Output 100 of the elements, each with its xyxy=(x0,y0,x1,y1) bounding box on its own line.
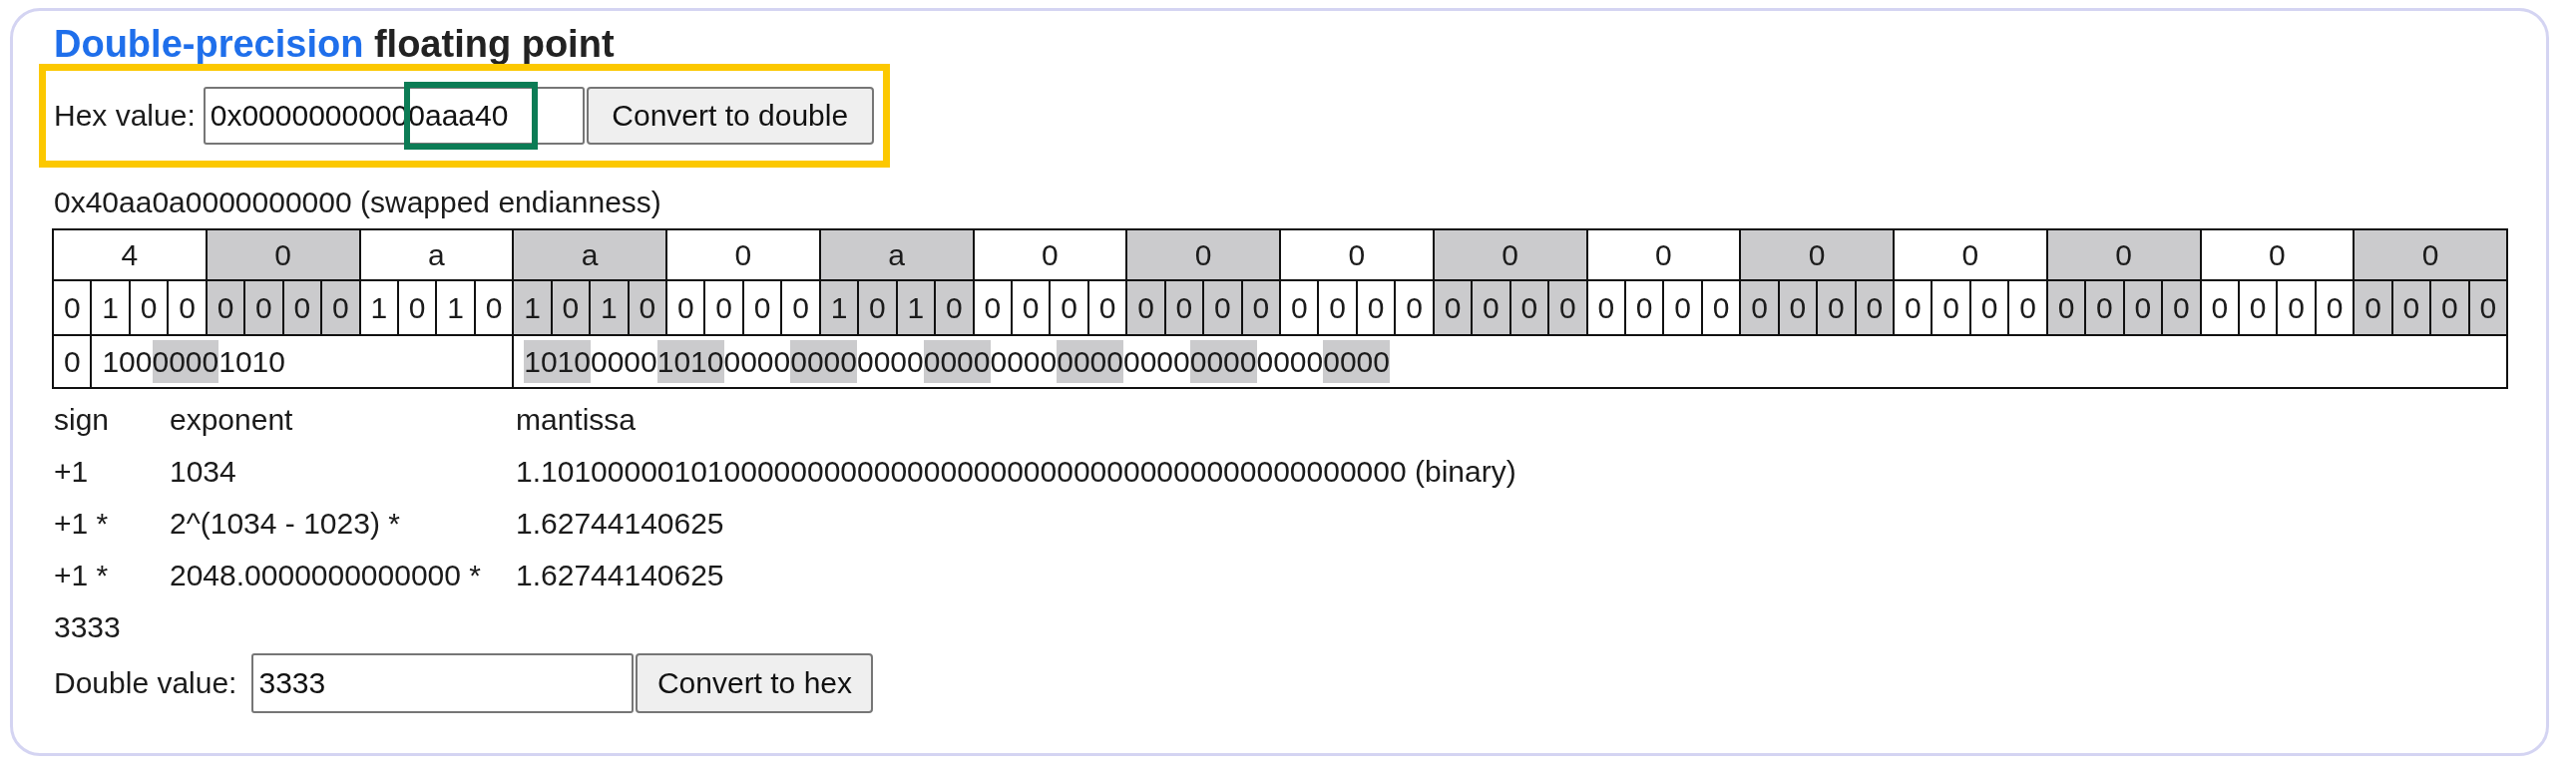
bit-group: 1010 xyxy=(656,340,724,383)
bit-cell: 1 xyxy=(359,280,398,335)
bit-cell: 0 xyxy=(2008,280,2047,335)
nibble-cell: 0 xyxy=(2046,229,2201,280)
nibble-cell: 0 xyxy=(1894,229,2047,280)
nibble-cell: 0 xyxy=(1280,229,1434,280)
bit-cell: 0 xyxy=(1817,280,1856,335)
exponent-value: 1034 xyxy=(170,454,237,490)
bit-cell: 0 xyxy=(129,280,169,335)
bit-cell: 0 xyxy=(1586,280,1625,335)
nibble-cell: 0 xyxy=(1586,229,1741,280)
column-header: exponent xyxy=(170,402,294,438)
bit-cell: 0 xyxy=(628,280,666,335)
bit-cell: 0 xyxy=(206,280,245,335)
column-header: sign xyxy=(54,402,111,438)
nibble-cell: 4 xyxy=(53,229,207,280)
sign-value: +1 xyxy=(54,454,90,490)
swapped-hex-text: 0x40aa0a0000000000 (swapped endianness) xyxy=(54,185,661,220)
bit-cell: 0 xyxy=(2468,280,2507,335)
bit-cell: 0 xyxy=(2123,280,2163,335)
bit-cell: 0 xyxy=(2238,280,2278,335)
page-title: Double-precision floating point xyxy=(54,24,615,64)
bit-cell: 0 xyxy=(282,280,322,335)
bit-cell: 1 xyxy=(436,280,475,335)
bit-cell: 0 xyxy=(1011,280,1051,335)
bit-cell: 0 xyxy=(2162,280,2201,335)
bit-cell: 0 xyxy=(704,280,743,335)
mantissa-value: 1.1010000010100000000000000000000000000000000000000000 (binary) xyxy=(516,454,1516,490)
bit-cell: 0 xyxy=(1395,280,1434,335)
bit-cell: 0 xyxy=(1050,280,1088,335)
bit-cell: 0 xyxy=(1509,280,1549,335)
bit-cell: 0 xyxy=(244,280,283,335)
bit-cell: 0 xyxy=(1356,280,1396,335)
bit-cell: 0 xyxy=(1740,280,1779,335)
convert-button[interactable]: Convert to hex xyxy=(636,653,874,713)
title-link[interactable]: Double-precision xyxy=(54,23,364,65)
bit-cell: 0 xyxy=(1932,280,1970,335)
bit-cell: 0 xyxy=(53,280,92,335)
nibble-cell: 0 xyxy=(666,229,820,280)
nibble-cell: a xyxy=(513,229,666,280)
bit-cell: 0 xyxy=(1624,280,1664,335)
bit-cell: 0 xyxy=(973,280,1012,335)
nibble-cell: 0 xyxy=(973,229,1127,280)
bit-cell: 0 xyxy=(2430,280,2469,335)
bit-cell: 0 xyxy=(781,280,820,335)
convert-button[interactable]: Convert to double xyxy=(586,87,874,145)
field-label: Hex value: xyxy=(54,98,196,134)
bit-group: 0000 xyxy=(790,340,857,383)
bit-cell: 0 xyxy=(2277,280,2316,335)
bit-cell: 0 xyxy=(1701,280,1741,335)
mantissa-value: 1.62744140625 xyxy=(516,506,725,542)
exponent-value: 2^(1034 - 1023) * xyxy=(170,506,401,542)
bit-cell: 1 xyxy=(590,280,629,335)
sign-value: +1 * xyxy=(54,558,110,593)
bit-cell: 0 xyxy=(2200,280,2239,335)
bit-cell: 0 xyxy=(1855,280,1894,335)
bit-cell: 0 xyxy=(1894,280,1932,335)
bit-cell: 1 xyxy=(91,280,130,335)
nibble-cell: a xyxy=(819,229,974,280)
bit-cell: 0 xyxy=(1087,280,1127,335)
bit-cell: 0 xyxy=(2085,280,2124,335)
bit-cell: 1 xyxy=(896,280,936,335)
sign-bit-cell: 0 xyxy=(53,335,92,388)
bit-cell: 0 xyxy=(1280,280,1319,335)
nibble-cell: 0 xyxy=(2200,229,2355,280)
exponent-value: 2048.0000000000000 * xyxy=(170,558,482,593)
bit-cell: 0 xyxy=(551,280,591,335)
mantissa-value: 1.62744140625 xyxy=(516,558,725,593)
bit-cell: 0 xyxy=(1433,280,1473,335)
bit-cell: 0 xyxy=(666,280,705,335)
bit-cell: 0 xyxy=(168,280,207,335)
bit-cell: 0 xyxy=(1778,280,1818,335)
field-label: Double value: xyxy=(54,665,237,701)
bit-cell: 0 xyxy=(858,280,897,335)
bit-group: 0000 xyxy=(152,340,219,383)
nibble-cell: 0 xyxy=(1433,229,1587,280)
nibble-cell: 0 xyxy=(206,229,360,280)
bit-cell: 0 xyxy=(1164,280,1204,335)
bit-cell: 0 xyxy=(935,280,974,335)
bit-cell: 0 xyxy=(1472,280,1510,335)
double-input[interactable]: 3333 xyxy=(251,653,635,713)
column-header: mantissa xyxy=(516,402,638,438)
bit-group: 0000 xyxy=(1323,340,1390,383)
bit-cell: 0 xyxy=(1126,280,1165,335)
bit-cell: 0 xyxy=(1318,280,1357,335)
nibble-cell: 0 xyxy=(2354,229,2507,280)
bit-cell: 0 xyxy=(397,280,437,335)
bit-cell: 0 xyxy=(1663,280,1702,335)
bit-cell: 1 xyxy=(819,280,859,335)
nibble-cell: 0 xyxy=(1126,229,1280,280)
bit-cell: 0 xyxy=(1969,280,2009,335)
result-value: 3333 xyxy=(54,609,121,645)
bit-cell: 0 xyxy=(1548,280,1587,335)
bit-group: 1010 xyxy=(524,340,591,383)
bit-group: 0000 xyxy=(1189,340,1257,383)
nibble-cell: a xyxy=(359,229,514,280)
bit-cell: 0 xyxy=(742,280,782,335)
bit-cell: 0 xyxy=(1203,280,1242,335)
bit-cell: 0 xyxy=(474,280,514,335)
nibble-cell: 0 xyxy=(1740,229,1894,280)
